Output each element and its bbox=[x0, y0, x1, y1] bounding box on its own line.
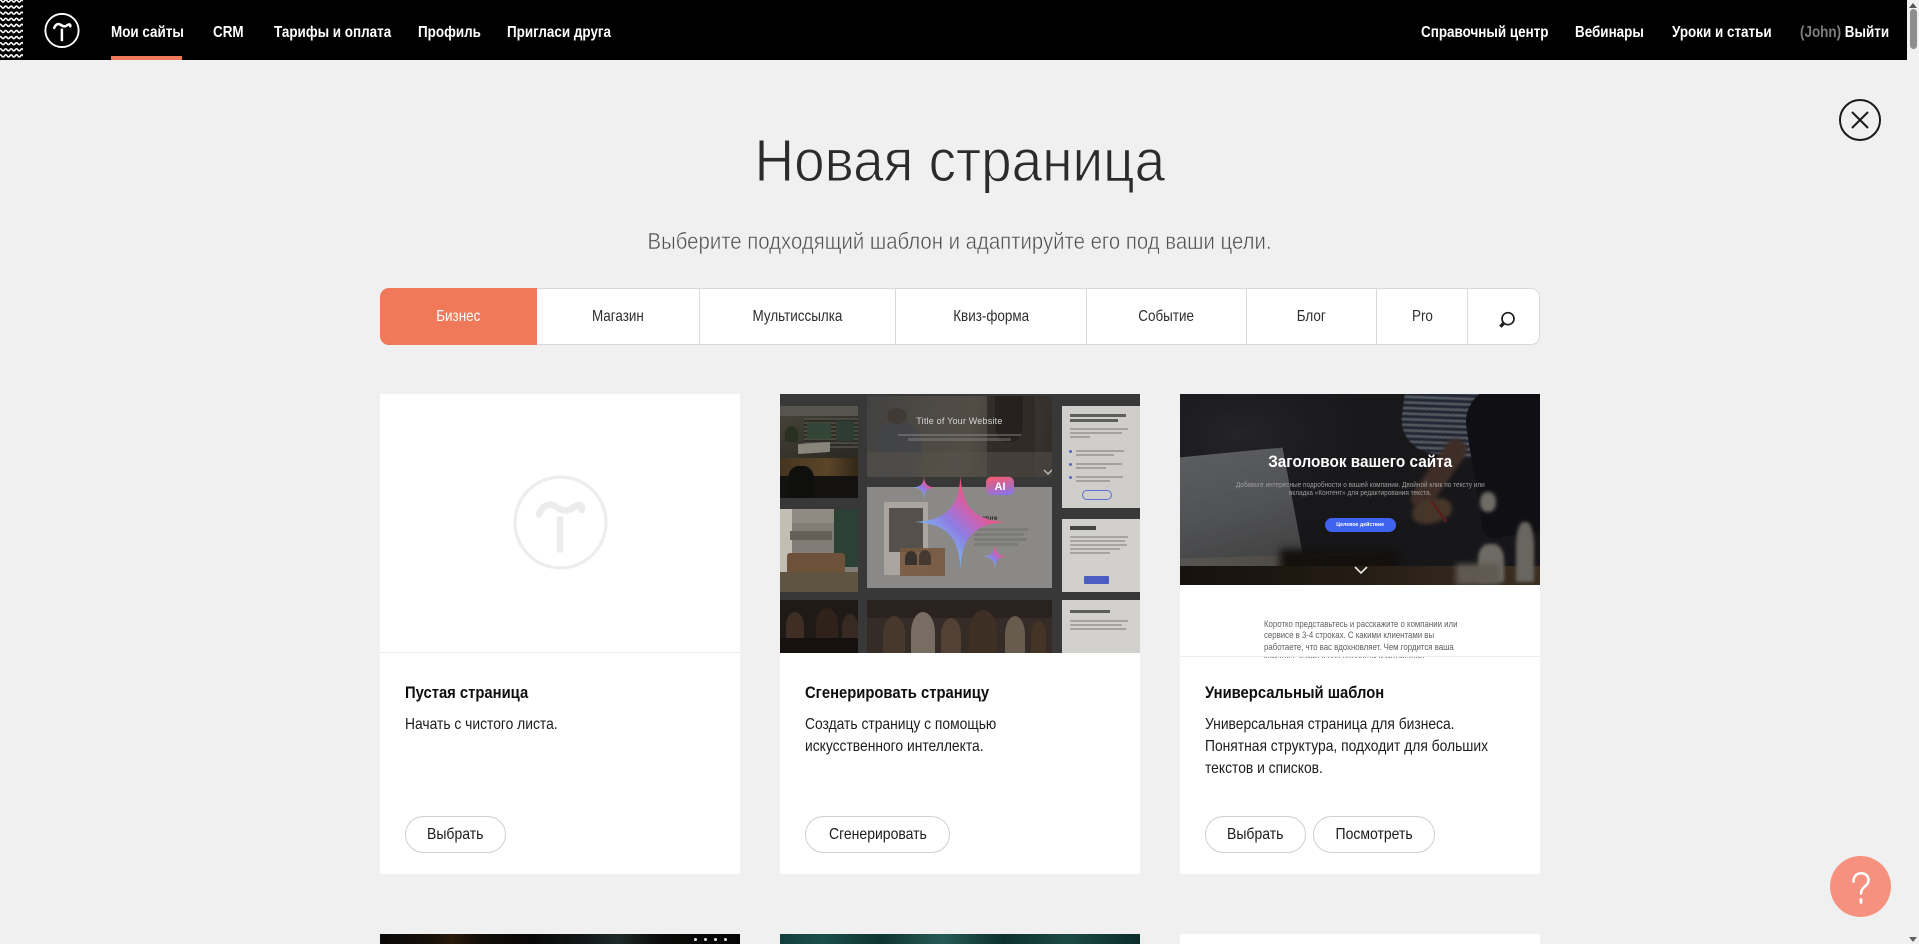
svg-text:AI: AI bbox=[995, 481, 1006, 493]
